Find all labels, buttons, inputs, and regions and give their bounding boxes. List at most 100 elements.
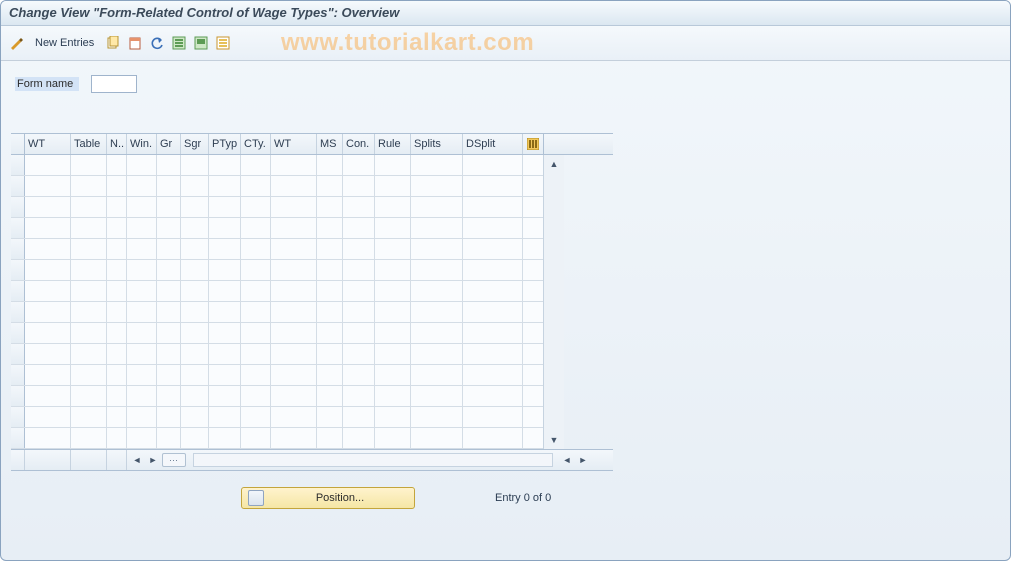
cell-wt[interactable] — [25, 218, 71, 238]
cell-con[interactable] — [343, 239, 375, 259]
cell-dsplit[interactable] — [463, 323, 523, 343]
cell-win[interactable] — [127, 407, 157, 427]
cell-n[interactable] — [107, 260, 127, 280]
cell-dsplit[interactable] — [463, 281, 523, 301]
cell-wt[interactable] — [25, 365, 71, 385]
cell-rule[interactable] — [375, 386, 411, 406]
cell-dsplit[interactable] — [463, 407, 523, 427]
cell-ms[interactable] — [317, 302, 343, 322]
cell-ptyp[interactable] — [209, 386, 241, 406]
col-header-sgr[interactable]: Sgr — [181, 134, 209, 154]
cell-sgr[interactable] — [181, 239, 209, 259]
cell-con[interactable] — [343, 302, 375, 322]
cell-splits[interactable] — [411, 323, 463, 343]
cell-splits[interactable] — [411, 386, 463, 406]
cell-win[interactable] — [127, 197, 157, 217]
cell-wt2[interactable] — [271, 218, 317, 238]
col-header-dsplit[interactable]: DSplit — [463, 134, 523, 154]
cell-wt[interactable] — [25, 302, 71, 322]
cell-cty[interactable] — [241, 281, 271, 301]
cell-sgr[interactable] — [181, 344, 209, 364]
row-selector[interactable] — [11, 260, 25, 280]
cell-dsplit[interactable] — [463, 197, 523, 217]
form-name-input[interactable] — [91, 75, 137, 93]
cell-wt2[interactable] — [271, 302, 317, 322]
cell-table[interactable] — [71, 239, 107, 259]
cell-gr[interactable] — [157, 260, 181, 280]
table-row[interactable] — [11, 302, 543, 323]
cell-win[interactable] — [127, 302, 157, 322]
cell-n[interactable] — [107, 365, 127, 385]
cell-wt[interactable] — [25, 197, 71, 217]
cell-n[interactable] — [107, 197, 127, 217]
cell-cty[interactable] — [241, 407, 271, 427]
cell-dsplit[interactable] — [463, 176, 523, 196]
table-row[interactable] — [11, 365, 543, 386]
table-row[interactable] — [11, 155, 543, 176]
cell-splits[interactable] — [411, 155, 463, 175]
cell-table[interactable] — [71, 344, 107, 364]
cell-n[interactable] — [107, 407, 127, 427]
cell-wt[interactable] — [25, 281, 71, 301]
table-row[interactable] — [11, 239, 543, 260]
table-row[interactable] — [11, 176, 543, 197]
cell-cty[interactable] — [241, 344, 271, 364]
col-header-cty[interactable]: CTy. — [241, 134, 271, 154]
cell-dsplit[interactable] — [463, 155, 523, 175]
toggle-change-icon[interactable] — [7, 34, 25, 52]
cell-sgr[interactable] — [181, 260, 209, 280]
cell-dsplit[interactable] — [463, 365, 523, 385]
cell-rule[interactable] — [375, 239, 411, 259]
cell-wt[interactable] — [25, 428, 71, 448]
cell-con[interactable] — [343, 344, 375, 364]
cell-cty[interactable] — [241, 155, 271, 175]
cell-ms[interactable] — [317, 365, 343, 385]
table-row[interactable] — [11, 386, 543, 407]
column-config-icon[interactable]: ⋯ — [162, 453, 186, 467]
cell-dsplit[interactable] — [463, 260, 523, 280]
cell-splits[interactable] — [411, 260, 463, 280]
row-selector[interactable] — [11, 407, 25, 427]
cell-cty[interactable] — [241, 239, 271, 259]
cell-con[interactable] — [343, 281, 375, 301]
cell-n[interactable] — [107, 428, 127, 448]
cell-wt[interactable] — [25, 323, 71, 343]
cell-wt2[interactable] — [271, 386, 317, 406]
cell-dsplit[interactable] — [463, 302, 523, 322]
cell-wt2[interactable] — [271, 428, 317, 448]
cell-con[interactable] — [343, 323, 375, 343]
cell-wt2[interactable] — [271, 197, 317, 217]
cell-ptyp[interactable] — [209, 218, 241, 238]
cell-sgr[interactable] — [181, 386, 209, 406]
cell-con[interactable] — [343, 260, 375, 280]
cell-gr[interactable] — [157, 302, 181, 322]
cell-sgr[interactable] — [181, 176, 209, 196]
cell-con[interactable] — [343, 365, 375, 385]
cell-rule[interactable] — [375, 281, 411, 301]
cell-splits[interactable] — [411, 428, 463, 448]
cell-con[interactable] — [343, 176, 375, 196]
cell-rule[interactable] — [375, 260, 411, 280]
cell-splits[interactable] — [411, 302, 463, 322]
cell-ptyp[interactable] — [209, 302, 241, 322]
cell-table[interactable] — [71, 197, 107, 217]
scroll-left-icon[interactable]: ◄ — [130, 453, 144, 467]
col-header-wt[interactable]: WT — [25, 134, 71, 154]
new-entries-button[interactable]: New Entries — [29, 33, 100, 53]
cell-dsplit[interactable] — [463, 344, 523, 364]
cell-win[interactable] — [127, 323, 157, 343]
cell-wt[interactable] — [25, 239, 71, 259]
cell-ms[interactable] — [317, 344, 343, 364]
cell-rule[interactable] — [375, 344, 411, 364]
row-selector[interactable] — [11, 323, 25, 343]
cell-gr[interactable] — [157, 386, 181, 406]
scroll-left-end-icon[interactable]: ◄ — [560, 453, 574, 467]
cell-rule[interactable] — [375, 197, 411, 217]
cell-gr[interactable] — [157, 197, 181, 217]
cell-dsplit[interactable] — [463, 428, 523, 448]
cell-table[interactable] — [71, 302, 107, 322]
cell-ptyp[interactable] — [209, 428, 241, 448]
cell-gr[interactable] — [157, 218, 181, 238]
col-header-table[interactable]: Table — [71, 134, 107, 154]
cell-sgr[interactable] — [181, 197, 209, 217]
